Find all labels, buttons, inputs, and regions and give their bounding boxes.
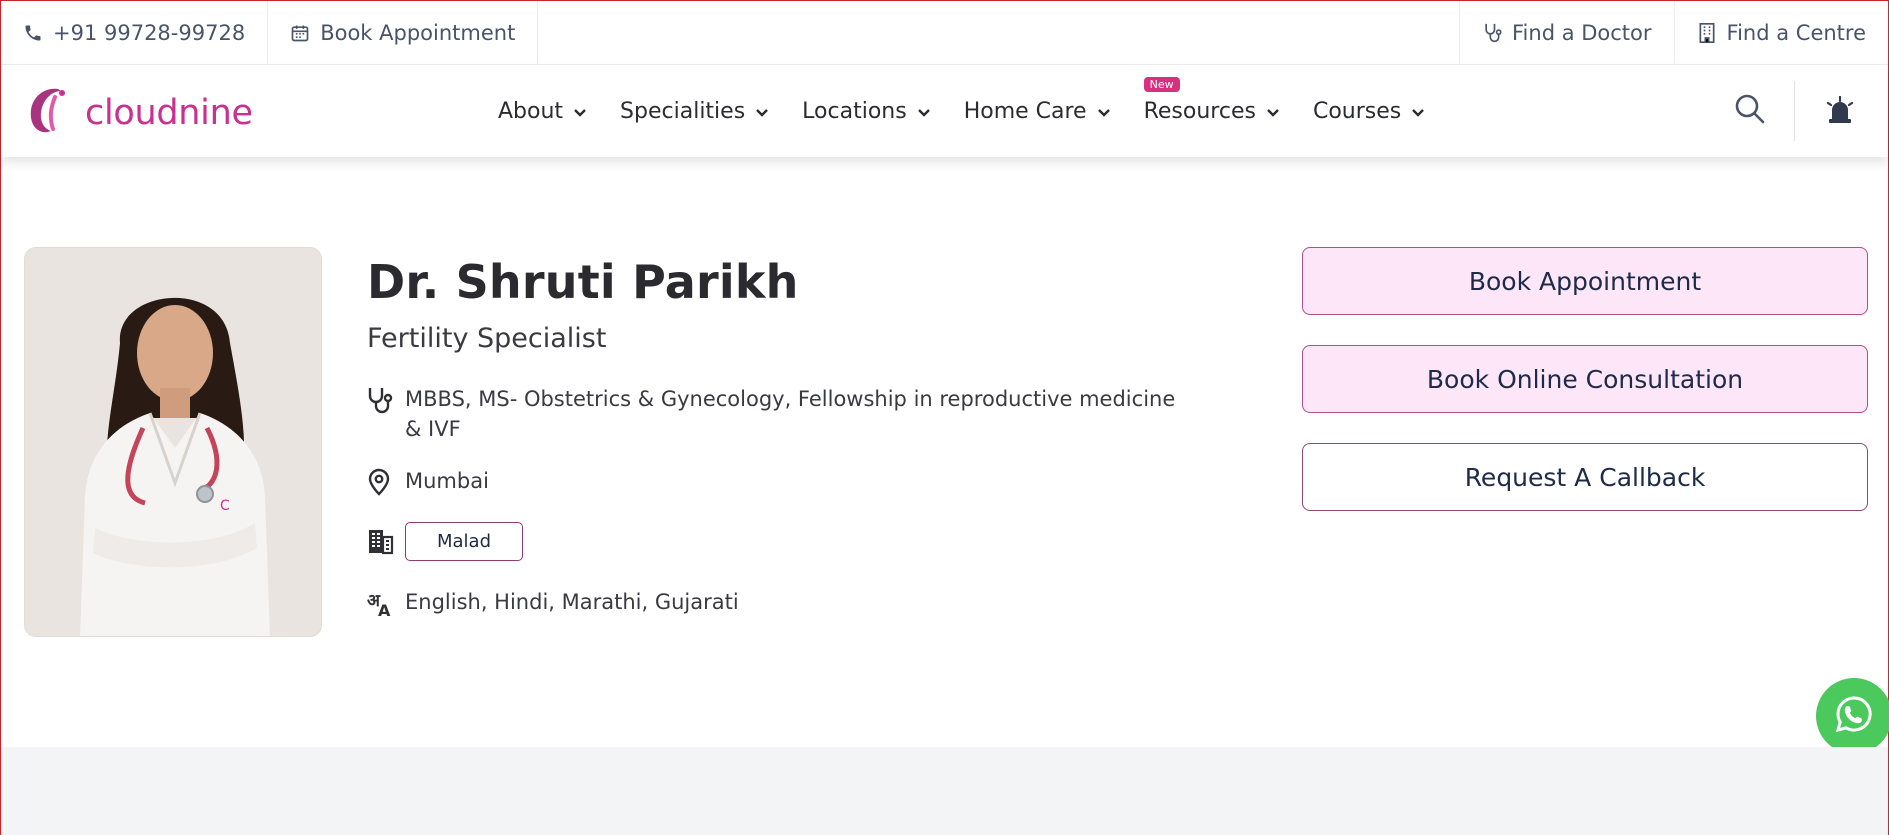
search-icon [1734,94,1766,129]
phone-number: +91 99728-99728 [53,20,246,45]
location-row: Mumbai [367,466,1197,500]
emergency-button[interactable] [1825,95,1855,129]
doctor-speciality: Fertility Specialist [367,323,607,354]
nav-resources[interactable]: New Resources [1143,76,1280,124]
calendar-icon [290,23,310,43]
languages-text: English, Hindi, Marathi, Gujarati [405,590,739,614]
main-navbar: cloudnine About Specialities Locations H… [1,65,1888,157]
top-utility-bar: +91 99728-99728 Book Appointment Find a … [1,1,1888,65]
location-pin-icon [367,466,393,500]
logo-mark-icon [25,83,71,143]
svg-text:C: C [220,498,230,514]
centre-chip[interactable]: Malad [405,522,524,561]
chevron-down-icon [755,99,769,124]
nav-locations-label: Locations [802,98,907,124]
footer-band [1,747,1888,835]
doctor-info: Dr. Shruti Parikh Fertility Specialist M… [367,255,1197,621]
city-text: Mumbai [405,469,489,493]
nav-divider [1794,81,1795,141]
nav-about[interactable]: About [498,99,587,124]
chevron-down-icon [1411,99,1425,124]
nav-about-label: About [498,98,564,124]
nav-menu: About Specialities Locations Home Care N… [498,65,1458,157]
action-buttons: Book Appointment Book Online Consultatio… [1302,247,1868,541]
nav-specialities[interactable]: Specialities [620,99,769,124]
languages-row: अA English, Hindi, Marathi, Gujarati [367,587,1197,621]
whatsapp-button[interactable] [1816,678,1889,754]
nav-courses-label: Courses [1312,98,1402,124]
building-icon [1697,22,1717,44]
new-badge: New [1143,76,1180,92]
request-callback-button[interactable]: Request A Callback [1302,443,1868,511]
logo-text: cloudnine [85,93,253,133]
whatsapp-icon [1834,694,1874,738]
doctor-profile: C Dr. Shruti Parikh Fertility Specialist… [1,157,1889,754]
stethoscope-icon [1482,22,1502,44]
phone-link[interactable]: +91 99728-99728 [1,1,267,64]
hospital-building-icon [367,525,394,559]
chevron-down-icon [1266,99,1280,124]
qualifications-text: MBBS, MS- Obstetrics & Gynecology, Fello… [405,387,1176,441]
book-online-consultation-button[interactable]: Book Online Consultation [1302,345,1868,413]
book-appointment-button[interactable]: Book Appointment [1302,247,1868,315]
phone-icon [23,23,43,43]
chevron-down-icon [917,99,931,124]
nav-courses[interactable]: Courses [1313,99,1425,124]
search-button[interactable] [1734,93,1766,129]
find-centre-link[interactable]: Find a Centre [1673,1,1888,64]
nav-home-care-label: Home Care [963,98,1087,124]
cloudnine-logo[interactable]: cloudnine [25,83,253,143]
stethoscope-icon [367,384,393,418]
qualifications-row: MBBS, MS- Obstetrics & Gynecology, Fello… [367,384,1197,444]
nav-home-care[interactable]: Home Care [964,99,1111,124]
language-icon: अA [367,587,393,621]
nav-locations[interactable]: Locations [802,99,931,124]
find-doctor-link[interactable]: Find a Doctor [1459,1,1674,64]
svg-text:A: A [378,601,391,617]
doctor-photo: C [24,247,322,637]
find-centre-label: Find a Centre [1726,20,1866,45]
centre-row: Malad [367,522,1197,561]
doctor-name: Dr. Shruti Parikh [367,255,799,309]
book-appointment-label: Book Appointment [320,20,516,45]
find-doctor-label: Find a Doctor [1512,20,1652,45]
nav-specialities-label: Specialities [620,98,746,124]
siren-icon [1825,95,1855,129]
chevron-down-icon [1097,99,1111,124]
nav-resources-label: Resources [1143,98,1256,124]
chevron-down-icon [573,99,587,124]
book-appointment-link[interactable]: Book Appointment [267,1,539,64]
